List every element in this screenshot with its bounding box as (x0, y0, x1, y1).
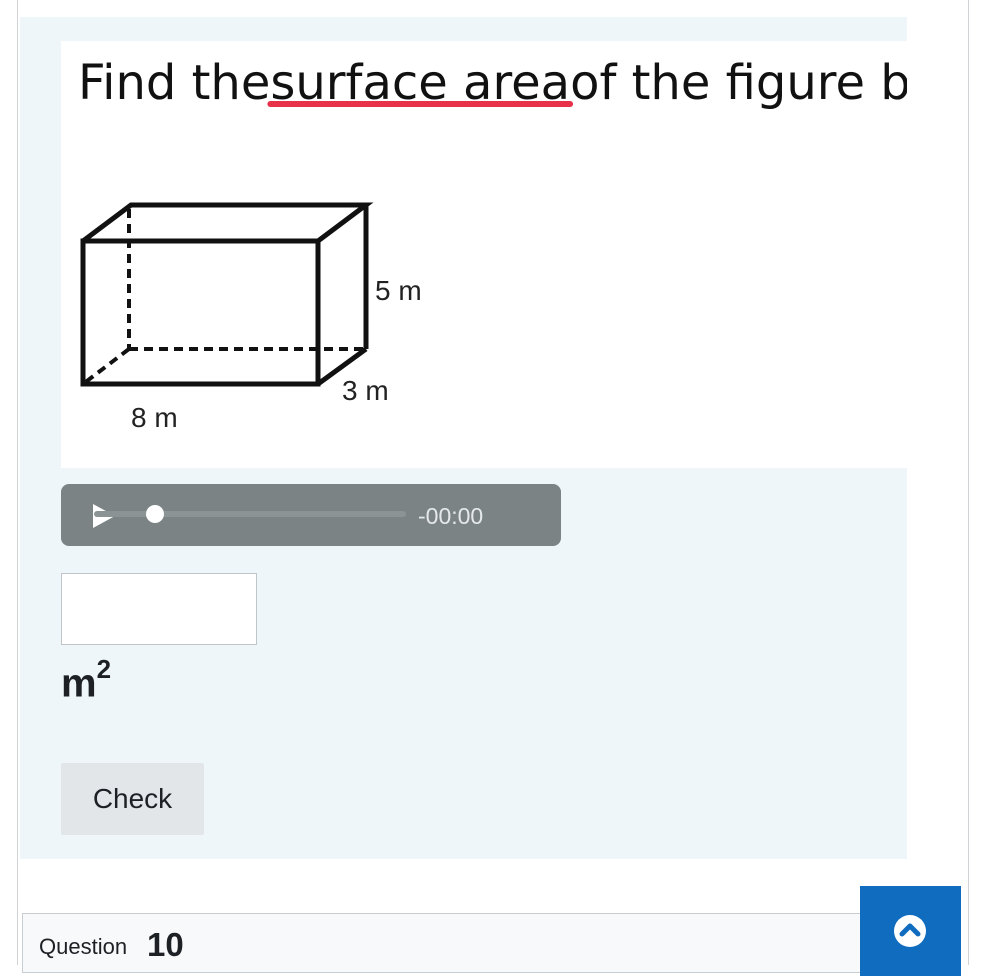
question-text-suffix: of the figure b (570, 55, 907, 111)
audio-progress-track[interactable] (94, 511, 406, 517)
next-question-header: Question 10 (22, 913, 912, 973)
question-text-prefix: Find the (78, 55, 270, 111)
width-label: 8 m (131, 402, 178, 433)
depth-label: 3 m (342, 375, 389, 406)
figure-rectangular-prism: Find the surface area of the figure b 5 … (78, 55, 907, 433)
prism-front-face (80, 238, 321, 387)
check-button[interactable]: Check (61, 763, 204, 835)
unit-exponent: 2 (96, 654, 112, 684)
prism-edges (80, 202, 374, 387)
audio-time: -00:00 (418, 503, 484, 529)
prism-top-face (81, 202, 374, 243)
chevron-up-icon (894, 915, 926, 947)
audio-progress-handle[interactable] (146, 505, 164, 523)
back-to-top-button[interactable] (860, 886, 961, 976)
height-label: 5 m (375, 275, 422, 306)
question-number: 10 (147, 926, 184, 963)
unit-base: m (61, 661, 97, 706)
answer-input[interactable] (61, 573, 257, 645)
unit-label: m2 (61, 654, 111, 706)
question-image: Find the surface area of the figure b 5 … (61, 41, 907, 468)
hidden-depth-edge (81, 347, 131, 386)
question-label: Question (39, 934, 128, 959)
